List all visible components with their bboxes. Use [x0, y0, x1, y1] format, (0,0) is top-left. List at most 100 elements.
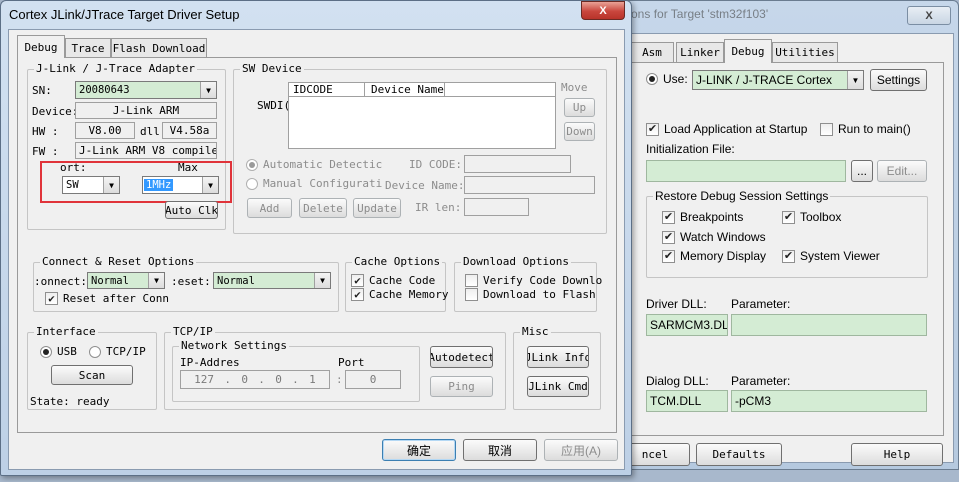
- interface-state: State: ready: [30, 395, 110, 408]
- ir-len-input[interactable]: [464, 198, 529, 216]
- edit-button[interactable]: Edit...: [877, 160, 927, 182]
- check-icon: ✔: [782, 210, 795, 224]
- radio-icon: [40, 345, 52, 358]
- port-number-input[interactable]: 0: [345, 370, 401, 389]
- driver-dll-input[interactable]: SARMCM3.DLL: [646, 314, 728, 336]
- driver-param-label: Parameter:: [731, 297, 791, 311]
- main-dialog-title: Cortex JLink/JTrace Target Driver Setup: [9, 7, 240, 22]
- download-options-group: Download Options: [454, 255, 597, 312]
- dll-field: V4.58a: [162, 122, 217, 139]
- radio-icon: [646, 73, 658, 85]
- check-icon: ✔: [782, 249, 795, 263]
- ok-button[interactable]: 确定: [382, 439, 456, 461]
- checkbox-empty-icon: [465, 274, 478, 287]
- up-button[interactable]: Up: [564, 98, 595, 117]
- init-file-input[interactable]: [646, 160, 846, 182]
- breakpoints-checkbox[interactable]: ✔ Breakpoints: [662, 210, 743, 224]
- move-label: Move: [561, 81, 588, 94]
- ping-button[interactable]: Ping: [430, 376, 493, 397]
- tab-flash-download[interactable]: Flash Download: [111, 38, 207, 57]
- verify-code-checkbox[interactable]: Verify Code Downlo: [465, 274, 602, 287]
- cache-code-checkbox[interactable]: ✔ Cache Code: [351, 274, 435, 287]
- id-code-input[interactable]: [464, 155, 571, 173]
- reset-label: :eset:: [171, 275, 211, 288]
- apply-button[interactable]: 应用(A): [544, 439, 618, 461]
- main-close-button[interactable]: X: [581, 1, 625, 20]
- driver-param-input[interactable]: [731, 314, 927, 336]
- fw-field: J-Link ARM V8 compiled I: [75, 142, 217, 159]
- tab-debug-back[interactable]: Debug: [724, 39, 772, 63]
- init-file-label: Initialization File:: [646, 142, 735, 156]
- autodetect-button[interactable]: Autodetect: [430, 346, 493, 368]
- col-header-idcode: IDCODE: [289, 83, 365, 97]
- close-icon: X: [599, 4, 607, 17]
- browse-button[interactable]: ...: [851, 160, 873, 182]
- jlink-cmd-button[interactable]: JLink Cmd: [527, 376, 589, 397]
- toolbox-checkbox[interactable]: ✔ Toolbox: [782, 210, 841, 224]
- use-radio[interactable]: Use:: [646, 72, 688, 86]
- system-viewer-checkbox[interactable]: ✔ System Viewer: [782, 249, 880, 263]
- dialog-param-label: Parameter:: [731, 374, 791, 388]
- tab-asm[interactable]: Asm: [630, 42, 674, 62]
- id-code-label: ID CODE:: [409, 158, 462, 171]
- sn-select[interactable]: 20080643 ▼: [75, 81, 217, 99]
- help-button[interactable]: Help: [851, 443, 943, 466]
- radio-icon: [89, 345, 101, 358]
- watch-windows-checkbox[interactable]: ✔ Watch Windows: [662, 230, 766, 244]
- fw-label: FW :: [32, 145, 59, 158]
- device-name-input[interactable]: [464, 176, 595, 194]
- tab-trace[interactable]: Trace: [65, 38, 111, 57]
- manual-config-radio[interactable]: Manual Configurati: [246, 177, 382, 190]
- hw-label: HW :: [32, 125, 59, 138]
- update-button[interactable]: Update: [353, 198, 401, 218]
- port-separator: :: [336, 373, 343, 386]
- debugger-select[interactable]: J-LINK / J-TRACE Cortex ▼: [692, 70, 864, 90]
- jlink-info-button[interactable]: JLink Info: [527, 346, 589, 368]
- connect-select[interactable]: Normal ▼: [87, 272, 165, 289]
- radio-icon: [246, 158, 258, 171]
- cancel-button[interactable]: 取消: [463, 439, 537, 461]
- dialog-param-input[interactable]: -pCM3: [731, 390, 927, 412]
- reset-after-conn-checkbox[interactable]: ✔ Reset after Conn: [45, 292, 169, 305]
- ip-address-input[interactable]: 127 . 0 . 0 . 1: [180, 370, 330, 389]
- run-to-main-checkbox[interactable]: Run to main(): [820, 122, 911, 136]
- sw-device-table[interactable]: IDCODE Device Name: [288, 82, 556, 149]
- device-name-label: Device Name:: [385, 179, 465, 192]
- load-app-checkbox[interactable]: ✔ Load Application at Startup: [646, 122, 807, 136]
- chevron-down-icon: ▼: [200, 82, 216, 98]
- dialog-dll-input[interactable]: TCM.DLL: [646, 390, 728, 412]
- tcpip-radio[interactable]: TCP/IP: [89, 345, 146, 358]
- port-number-label: Port: [338, 356, 365, 369]
- down-button[interactable]: Down: [564, 122, 595, 141]
- chevron-down-icon: ▼: [847, 71, 863, 89]
- radio-icon: [246, 177, 258, 190]
- device-field: J-Link ARM: [75, 102, 217, 119]
- cache-options-group: Cache Options: [345, 255, 446, 312]
- back-dialog-title: Options for Target 'stm32f103': [609, 7, 769, 21]
- defaults-button[interactable]: Defaults: [696, 443, 782, 466]
- checkbox-empty-icon: [465, 288, 478, 301]
- driver-dll-label: Driver DLL:: [646, 297, 707, 311]
- ip-address-label: IP-Addres: [180, 356, 240, 369]
- scan-button[interactable]: Scan: [51, 365, 133, 385]
- chevron-down-icon: ▼: [314, 273, 330, 288]
- tab-linker[interactable]: Linker: [676, 42, 724, 62]
- settings-button[interactable]: Settings: [870, 69, 927, 91]
- hw-field: V8.00: [75, 122, 135, 139]
- auto-detect-radio[interactable]: Automatic Detectic: [246, 158, 382, 171]
- highlight-annotation-box: [40, 161, 232, 203]
- usb-radio[interactable]: USB: [40, 345, 77, 358]
- add-button[interactable]: Add: [247, 198, 292, 218]
- download-flash-checkbox[interactable]: Download to Flash: [465, 288, 596, 301]
- back-close-button[interactable]: X: [907, 6, 951, 25]
- cache-memory-checkbox[interactable]: ✔ Cache Memory: [351, 288, 448, 301]
- close-icon: X: [925, 9, 933, 22]
- tab-debug[interactable]: Debug: [17, 35, 65, 58]
- check-icon: ✔: [646, 122, 659, 136]
- reset-select[interactable]: Normal ▼: [213, 272, 331, 289]
- auto-clk-button[interactable]: Auto Clk: [165, 201, 218, 219]
- connect-label: :onnect:: [34, 275, 87, 288]
- tab-utilities[interactable]: Utilities: [772, 42, 838, 62]
- delete-button[interactable]: Delete: [299, 198, 347, 218]
- memory-display-checkbox[interactable]: ✔ Memory Display: [662, 249, 766, 263]
